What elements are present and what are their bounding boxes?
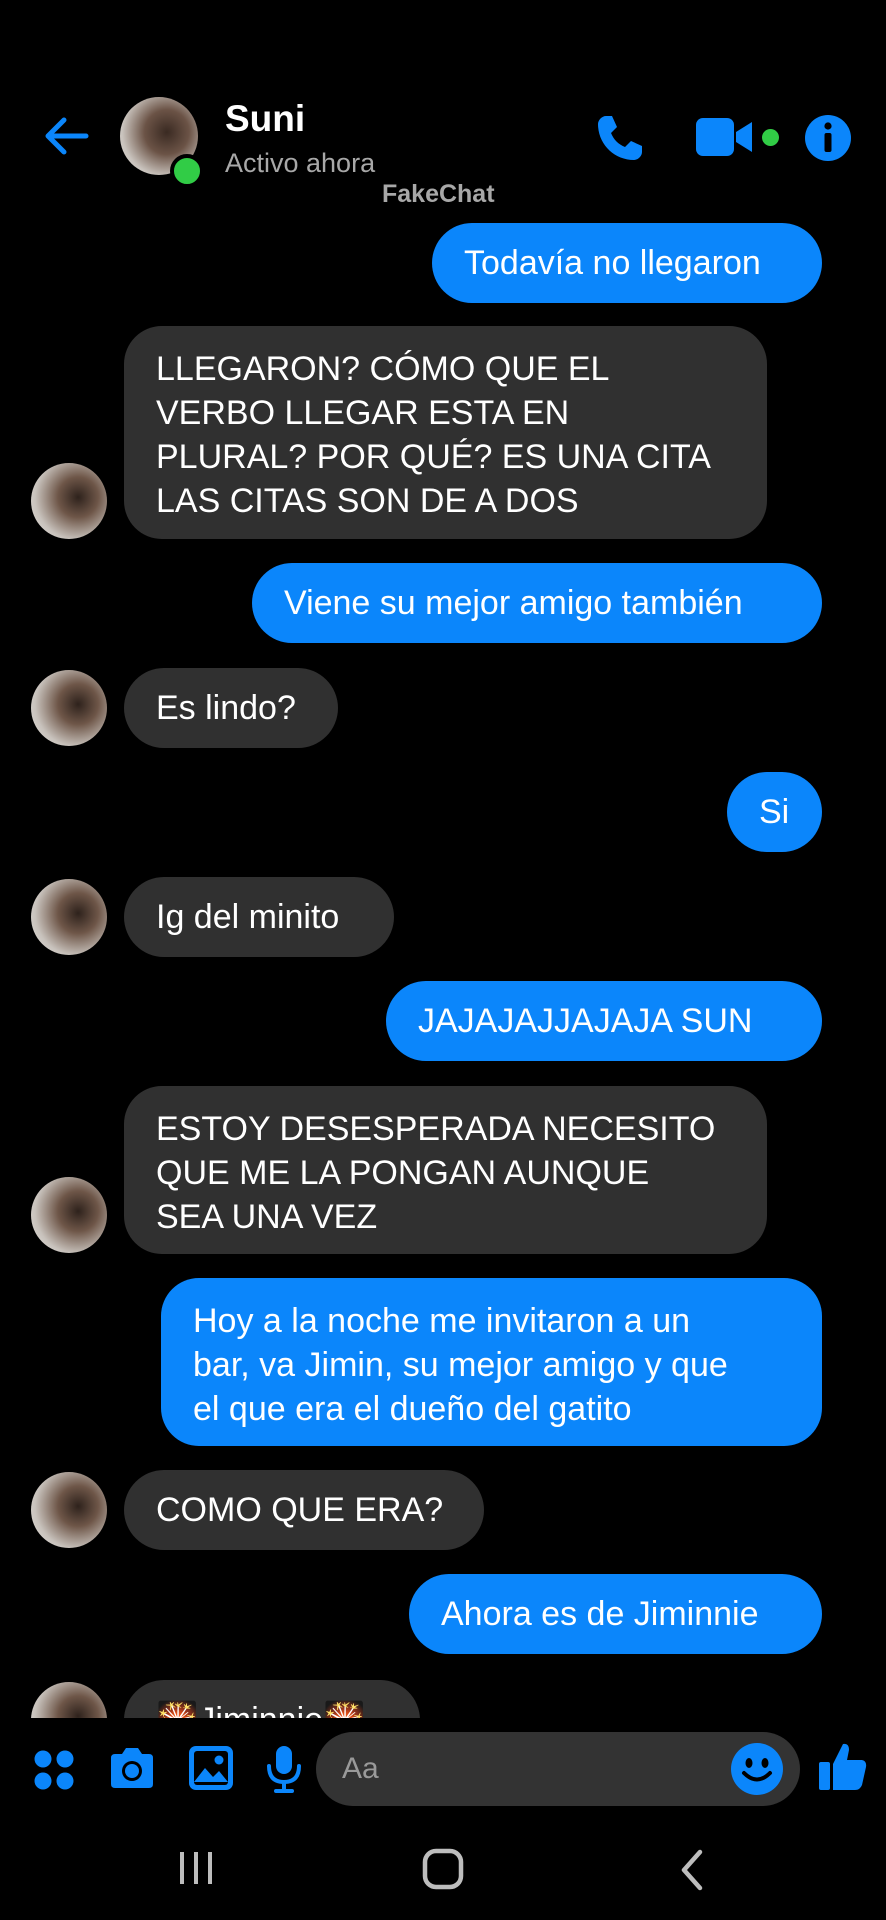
- contact-name[interactable]: Suni: [225, 98, 305, 140]
- sender-avatar[interactable]: [31, 879, 107, 955]
- phone-icon[interactable]: [592, 110, 648, 166]
- watermark: FakeChat: [382, 180, 495, 208]
- recents-icon[interactable]: [176, 1848, 216, 1888]
- thumbs-up-icon[interactable]: [817, 1740, 869, 1792]
- received-message[interactable]: Es lindo?: [124, 668, 338, 748]
- camera-icon[interactable]: [107, 1746, 157, 1790]
- sent-message[interactable]: JAJAJAJJAJAJA SUN: [386, 981, 822, 1061]
- back-chevron-icon[interactable]: [676, 1848, 706, 1892]
- microphone-icon[interactable]: [264, 1744, 304, 1794]
- sent-message[interactable]: Viene su mejor amigo también: [252, 563, 822, 643]
- received-message[interactable]: LLEGARON? CÓMO QUE EL VERBO LLEGAR ESTA …: [124, 326, 767, 539]
- home-icon[interactable]: [421, 1847, 465, 1891]
- sent-message[interactable]: Si: [727, 772, 822, 852]
- video-camera-icon[interactable]: [696, 116, 756, 158]
- back-arrow-icon[interactable]: [40, 110, 92, 162]
- contact-status: Activo ahora: [225, 148, 376, 178]
- message-thread[interactable]: Todavía no llegaron LLEGARON? CÓMO QUE E…: [0, 210, 886, 1718]
- sent-message[interactable]: Todavía no llegaron: [432, 223, 822, 303]
- sent-message[interactable]: Hoy a la noche me invitaron a un bar, va…: [161, 1278, 822, 1446]
- message-composer: [0, 1718, 886, 1818]
- sender-avatar[interactable]: [31, 670, 107, 746]
- received-message[interactable]: ESTOY DESESPERADA NECESITO QUE ME LA PON…: [124, 1086, 767, 1254]
- apps-grid-icon[interactable]: [32, 1748, 76, 1792]
- smiley-icon[interactable]: [730, 1742, 784, 1796]
- sender-avatar[interactable]: [31, 463, 107, 539]
- message-input[interactable]: [316, 1732, 800, 1806]
- sent-message[interactable]: Ahora es de Jiminnie: [409, 1574, 822, 1654]
- received-message[interactable]: 🎇Jiminnie🎇: [124, 1680, 420, 1718]
- online-indicator: [170, 154, 204, 188]
- sender-avatar[interactable]: [31, 1682, 107, 1718]
- info-icon[interactable]: [804, 114, 852, 162]
- video-active-dot: [762, 129, 779, 146]
- sender-avatar[interactable]: [31, 1472, 107, 1548]
- chat-header: Suni Activo ahora FakeChat: [0, 0, 886, 210]
- sender-avatar[interactable]: [31, 1177, 107, 1253]
- received-message[interactable]: Ig del minito: [124, 877, 394, 957]
- received-message[interactable]: COMO QUE ERA?: [124, 1470, 484, 1550]
- system-navigation-bar: [0, 1818, 886, 1920]
- image-icon[interactable]: [187, 1744, 235, 1792]
